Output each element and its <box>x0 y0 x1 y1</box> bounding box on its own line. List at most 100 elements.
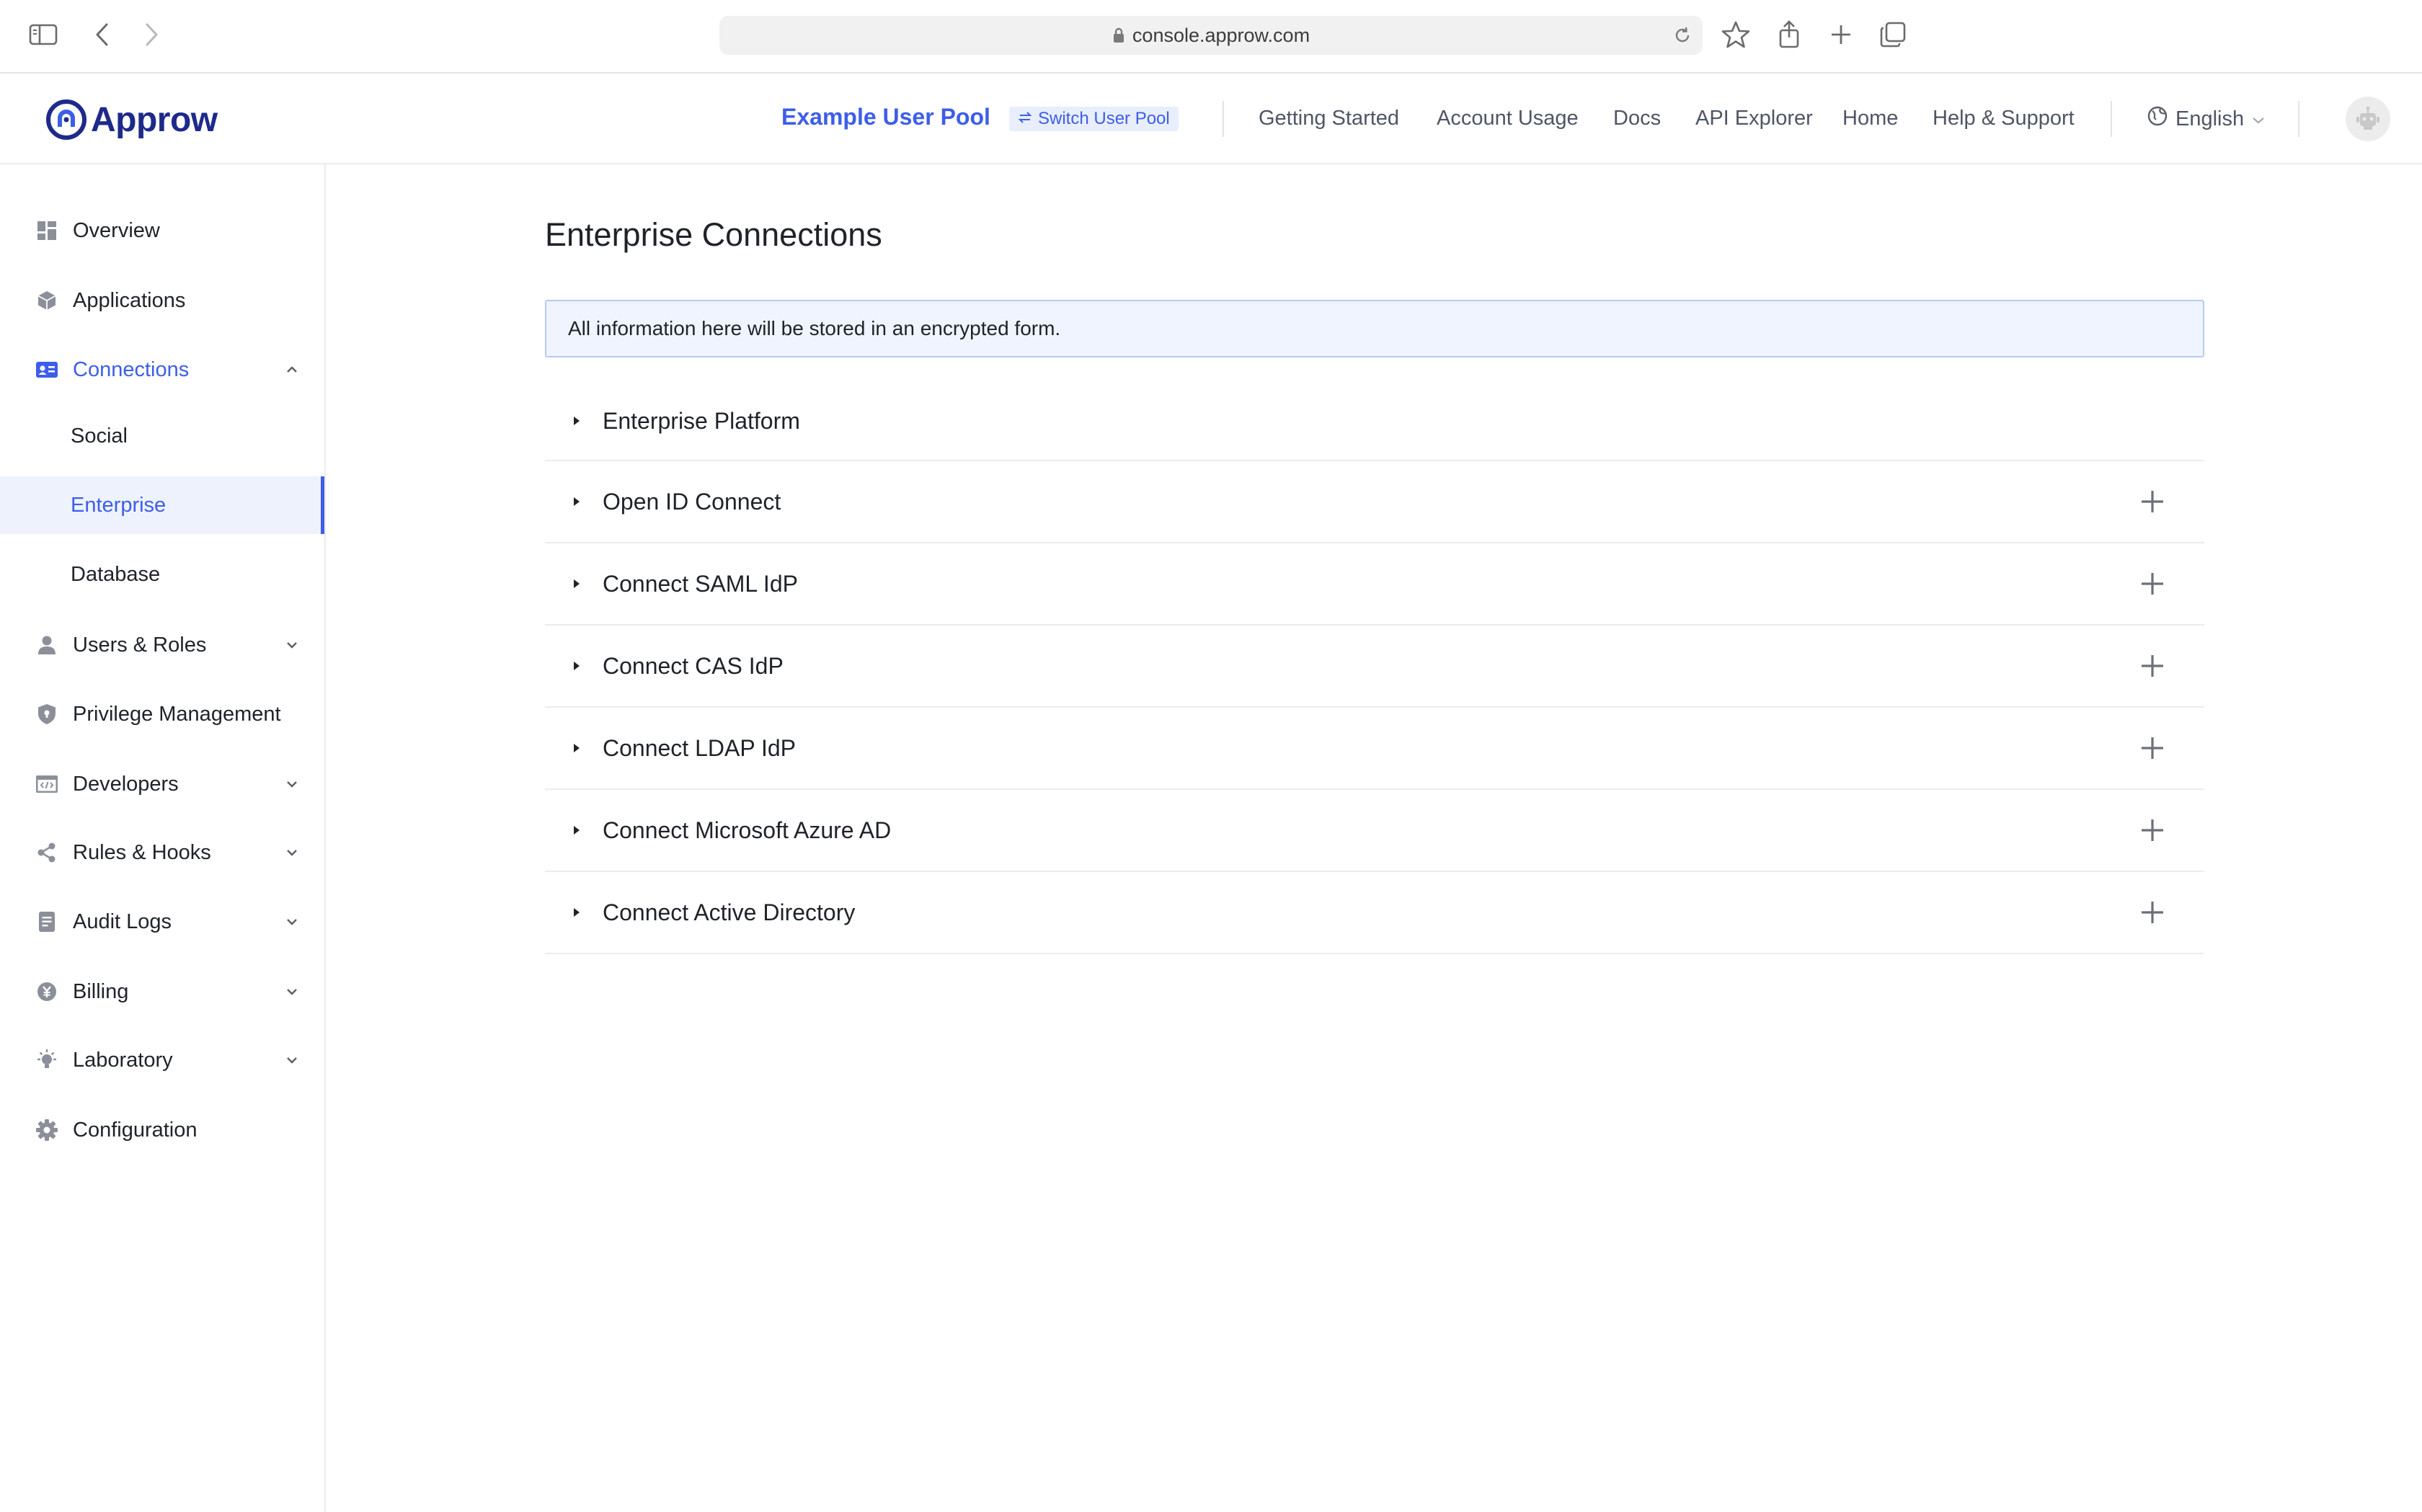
dashboard-icon <box>35 218 59 243</box>
chevron-down-icon <box>283 1051 301 1069</box>
chevron-down-icon <box>283 982 301 1001</box>
id-card-icon <box>35 357 59 382</box>
sidebar-item-overview[interactable]: Overview <box>0 202 324 259</box>
sidebar-item-laboratory[interactable]: Laboratory <box>0 1031 324 1089</box>
nav-docs[interactable]: Docs <box>1613 107 1661 130</box>
language-selector[interactable]: English <box>2147 105 2266 133</box>
plus-icon[interactable] <box>2138 734 2167 762</box>
nav-home[interactable]: Home <box>1842 107 1898 130</box>
sidebar-item-label: Connections <box>73 357 190 381</box>
plus-icon[interactable] <box>2138 898 2167 927</box>
connection-row-azure-ad[interactable]: Connect Microsoft Azure AD <box>545 790 2204 872</box>
code-window-icon <box>35 772 59 796</box>
address-bar[interactable]: console.approw.com <box>719 16 1703 55</box>
avatar[interactable] <box>2346 97 2390 141</box>
plus-icon[interactable] <box>2138 487 2167 516</box>
sidebar-item-rules-hooks[interactable]: Rules & Hooks <box>0 824 324 881</box>
sidebar: Overview Applications Connections Social… <box>0 164 326 1512</box>
tabs-overview-icon[interactable] <box>1878 20 1907 49</box>
nav-api-explorer[interactable]: API Explorer <box>1695 107 1813 130</box>
connection-name: Connect LDAP IdP <box>603 734 797 761</box>
forward-icon[interactable] <box>137 20 166 49</box>
sidebar-item-audit-logs[interactable]: Audit Logs <box>0 893 324 951</box>
sidebar-subitem-database[interactable]: Database <box>0 546 324 603</box>
chevron-down-icon <box>283 912 301 931</box>
sidebar-item-applications[interactable]: Applications <box>0 272 324 329</box>
info-banner: All information here will be stored in a… <box>545 300 2204 357</box>
sidebar-item-label: Laboratory <box>73 1048 173 1072</box>
switch-user-pool-button[interactable]: Switch User Pool <box>1009 107 1179 131</box>
sidebar-subitem-enterprise[interactable]: Enterprise <box>0 476 324 534</box>
sidebar-item-label: Database <box>71 562 161 586</box>
connection-row-open-id-connect[interactable]: Open ID Connect <box>545 461 2204 543</box>
gear-icon <box>35 1118 59 1142</box>
app-header: Approw Example User Pool Switch User Poo… <box>0 74 2422 164</box>
caret-right-icon <box>571 496 582 507</box>
nav-account-usage[interactable]: Account Usage <box>1437 107 1579 130</box>
browser-toolbar: console.approw.com <box>0 0 2422 74</box>
back-icon[interactable] <box>88 20 117 49</box>
sidebar-item-label: Configuration <box>73 1118 198 1142</box>
sidebar-item-users-roles[interactable]: Users & Roles <box>0 616 324 674</box>
globe-icon <box>2147 105 2168 133</box>
plus-icon[interactable] <box>2138 816 2167 845</box>
yen-coin-icon <box>35 979 59 1004</box>
sidebar-subitem-social[interactable]: Social <box>0 407 324 465</box>
sidebar-item-label: Audit Logs <box>73 910 172 933</box>
sidebar-item-billing[interactable]: Billing <box>0 963 324 1020</box>
connection-row-cas-idp[interactable]: Connect CAS IdP <box>545 626 2204 708</box>
chevron-up-icon <box>283 360 301 379</box>
caret-right-icon <box>571 660 582 672</box>
nav-getting-started[interactable]: Getting Started <box>1259 107 1399 130</box>
connection-row-active-directory[interactable]: Connect Active Directory <box>545 872 2204 954</box>
info-banner-text: All information here will be stored in a… <box>568 317 1061 339</box>
logo-text: Approw <box>91 100 218 139</box>
connection-name: Connect SAML IdP <box>603 570 798 597</box>
plus-icon[interactable] <box>2138 652 2167 680</box>
plus-icon[interactable] <box>2138 569 2167 598</box>
sidebar-item-privilege-management[interactable]: Privilege Management <box>0 685 324 743</box>
chevron-down-icon <box>2251 107 2266 131</box>
connection-name: Connect Microsoft Azure AD <box>603 817 892 843</box>
caret-right-icon <box>571 742 582 754</box>
page-title: Enterprise Connections <box>545 216 882 253</box>
connection-name: Connect CAS IdP <box>603 652 784 679</box>
sidebar-item-label: Applications <box>73 288 186 312</box>
caret-right-icon <box>571 415 582 427</box>
sidebar-item-label: Developers <box>73 772 179 796</box>
user-icon <box>35 633 59 657</box>
swap-arrows-icon <box>1018 109 1032 129</box>
lock-icon <box>1112 27 1125 44</box>
approw-logo-icon <box>46 99 86 140</box>
sidebar-item-label: Rules & Hooks <box>73 840 211 864</box>
chevron-down-icon <box>283 775 301 793</box>
new-tab-icon[interactable] <box>1827 20 1855 49</box>
sidebar-toggle-icon[interactable] <box>29 20 58 49</box>
connection-row-saml-idp[interactable]: Connect SAML IdP <box>545 543 2204 626</box>
chevron-down-icon <box>283 843 301 862</box>
sidebar-item-connections[interactable]: Connections <box>0 341 324 399</box>
share-icon[interactable] <box>1775 20 1804 49</box>
share-nodes-icon <box>35 840 59 865</box>
connection-row-enterprise-platform[interactable]: Enterprise Platform <box>545 382 2204 461</box>
sidebar-item-label: Privilege Management <box>73 702 281 726</box>
reload-icon[interactable] <box>1672 25 1693 50</box>
sidebar-item-label: Billing <box>73 979 129 1003</box>
sidebar-item-configuration[interactable]: Configuration <box>0 1101 324 1159</box>
connection-row-ldap-idp[interactable]: Connect LDAP IdP <box>545 708 2204 790</box>
bulb-icon <box>35 1048 59 1072</box>
user-pool-name[interactable]: Example User Pool <box>781 104 990 130</box>
sidebar-item-label: Overview <box>73 218 160 242</box>
header-divider <box>2298 101 2299 137</box>
approw-logo[interactable]: Approw <box>45 98 218 141</box>
caret-right-icon <box>571 824 582 836</box>
caret-right-icon <box>571 578 582 590</box>
shield-icon <box>35 702 59 726</box>
bookmark-star-icon[interactable] <box>1721 20 1750 49</box>
switch-user-pool-label: Switch User Pool <box>1038 109 1170 128</box>
nav-help-support[interactable]: Help & Support <box>1933 107 2075 130</box>
sidebar-item-label: Social <box>71 424 128 448</box>
sidebar-item-developers[interactable]: Developers <box>0 755 324 813</box>
sidebar-item-label: Enterprise <box>71 493 167 517</box>
header-divider <box>1223 101 1224 137</box>
